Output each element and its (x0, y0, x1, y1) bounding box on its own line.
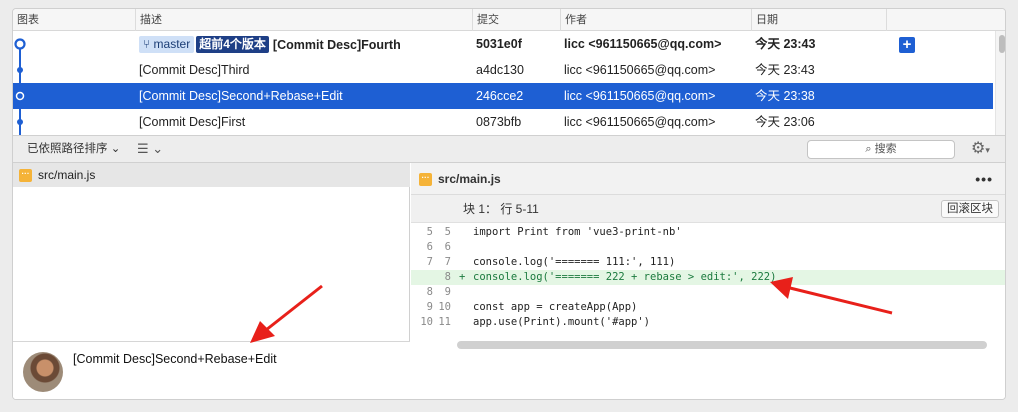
diff-sign: + (459, 271, 466, 283)
diff-line: 10 11 app.use(Print).mount('#app') (411, 315, 1005, 330)
diff-code: app.use(Print).mount('#app') (473, 316, 651, 328)
new-line-number: 7 (444, 256, 451, 268)
branch-name: master (153, 37, 191, 52)
commit-message: [Commit Desc]Fourth (272, 37, 401, 52)
new-line-number: 9 (444, 286, 451, 298)
search-input[interactable]: ⌕ 搜索 (807, 140, 955, 159)
diff-line: 5 5 import Print from 'vue3-print-nb' (411, 225, 1005, 240)
diff-code: console.log('======= 222 + rebase > edit… (473, 271, 777, 283)
commit-detail-message: [Commit Desc]Second+Rebase+Edit (73, 352, 277, 366)
column-extra (886, 9, 928, 31)
new-line-number: 8 (444, 271, 451, 283)
changed-files-pane: ··· src/main.js [Commit Desc]Second+Rebas… (13, 163, 410, 399)
new-line-number: 5 (444, 226, 451, 238)
commit-message: [Commit Desc]First (139, 115, 246, 129)
commit-hash: a4dc130 (476, 63, 524, 77)
diff-horizontal-scrollbar[interactable] (457, 341, 987, 349)
commit-table-header: 图表 描述 提交 作者 日期 (13, 9, 1005, 31)
gear-icon[interactable]: ⚙▾ (971, 136, 990, 163)
diff-line: 7 7 console.log('======= 111:', 111) (411, 255, 1005, 270)
column-graph[interactable]: 图表 (13, 9, 135, 31)
new-line-number: 10 (438, 301, 451, 313)
old-line-number: 9 (426, 301, 433, 313)
commit-message: [Commit Desc]Second+Rebase+Edit (139, 89, 343, 103)
ahead-badge: 超前4个版本 (196, 36, 269, 54)
graph-node (17, 119, 23, 125)
commit-row[interactable]: ⑂ master 超前4个版本 [Commit Desc]Fourth 5031e0… (13, 31, 993, 57)
sourcetree-window: 图表 描述 提交 作者 日期 ⑂ master 超前4个版本 [Commit Des… (12, 8, 1006, 400)
commit-row[interactable]: [Commit Desc]First 0873bfb licc <9611506… (13, 109, 993, 135)
commit-detail: [Commit Desc]Second+Rebase+Edit (13, 341, 410, 399)
diff-line: 89 (411, 285, 1005, 300)
avatar (23, 352, 63, 392)
diff-line: 9 10 const app = createApp(App) (411, 300, 1005, 315)
diff-code: console.log('======= 111:', 111) (473, 256, 676, 268)
old-line-number: 7 (426, 256, 433, 268)
graph-node (15, 91, 25, 101)
column-author[interactable]: 作者 (560, 9, 751, 31)
commit-date: 今天 23:43 (755, 37, 816, 51)
commit-hash: 0873bfb (476, 115, 522, 129)
sort-by-path-dropdown[interactable]: 已依照路径排序 ⌄ (27, 136, 120, 162)
graph-node (17, 67, 23, 73)
file-path: src/main.js (38, 168, 96, 182)
commit-author: licc <961150665@qq.com> (564, 37, 722, 51)
commit-date: 今天 23:38 (755, 89, 815, 103)
commit-graph (14, 38, 26, 135)
old-line-number: 5 (426, 226, 433, 238)
hunk-header: 块 1： 行 5-11 回滚区块 (411, 195, 1005, 223)
new-line-number: 11 (438, 316, 451, 328)
more-options-icon[interactable]: ••• (975, 163, 993, 195)
diff-file-name: src/main.js (438, 172, 501, 186)
search-placeholder: 搜索 (874, 143, 897, 155)
commit-row[interactable]: [Commit Desc]Third a4dc130 licc <9611506… (13, 57, 993, 83)
commit-author: licc <961150665@qq.com> (564, 89, 716, 103)
diff-code: const app = createApp(App) (473, 301, 638, 313)
new-line-number: 6 (444, 241, 451, 253)
diff-file-header: ··· src/main.js ••• (411, 163, 1005, 195)
old-line-number: 8 (426, 286, 433, 298)
column-description[interactable]: 描述 (135, 9, 472, 31)
old-line-number: 10 (420, 316, 433, 328)
diff-content: 5 5 import Print from 'vue3-print-nb' 66 7… (411, 225, 1005, 337)
commit-hash: 5031e0f (476, 37, 522, 51)
add-icon[interactable]: + (899, 37, 915, 53)
commit-author: licc <961150665@qq.com> (564, 115, 716, 129)
commit-description: ⑂ master 超前4个版本 [Commit Desc]Fourth (139, 31, 472, 57)
commit-message: [Commit Desc]Third (139, 63, 250, 77)
commit-row-selected[interactable]: [Commit Desc]Second+Rebase+Edit 246cce2 … (13, 83, 993, 109)
graph-head-node (14, 38, 26, 50)
commit-author: licc <961150665@qq.com> (564, 63, 716, 77)
hunk-title: 块 1： 行 5-11 (463, 202, 539, 216)
commit-list-scrollbar[interactable] (995, 31, 1005, 135)
magnifier-icon: ⌕ (865, 143, 875, 155)
js-file-icon: ··· (419, 173, 432, 187)
file-item-selected[interactable]: ··· src/main.js (13, 163, 410, 187)
commit-date: 今天 23:06 (755, 115, 815, 129)
column-date[interactable]: 日期 (751, 9, 886, 31)
js-file-icon: ··· (19, 169, 32, 183)
diff-pane: ··· src/main.js ••• 块 1： 行 5-11 回滚区块 5 5 im… (411, 163, 1005, 399)
branch-icon: ⑂ (143, 37, 154, 52)
file-toolbar: 已依照路径排序 ⌄ ☰ ⌄ ⌕ 搜索 ⚙▾ (13, 135, 1005, 163)
list-view-dropdown[interactable]: ☰ ⌄ (137, 136, 163, 162)
diff-code: import Print from 'vue3-print-nb' (473, 226, 682, 238)
commit-hash: 246cce2 (476, 89, 524, 103)
branch-badge[interactable]: ⑂ master (139, 36, 195, 54)
discard-hunk-button[interactable]: 回滚区块 (941, 200, 999, 218)
diff-line: 66 (411, 240, 1005, 255)
column-commit[interactable]: 提交 (472, 9, 560, 31)
commit-list: ⑂ master 超前4个版本 [Commit Desc]Fourth 5031e0… (13, 31, 993, 135)
diff-line-added: 8 + console.log('======= 222 + rebase > ed… (411, 270, 1005, 285)
commit-date: 今天 23:43 (755, 63, 815, 77)
old-line-number: 6 (426, 241, 433, 253)
scrollbar-thumb[interactable] (999, 35, 1005, 53)
